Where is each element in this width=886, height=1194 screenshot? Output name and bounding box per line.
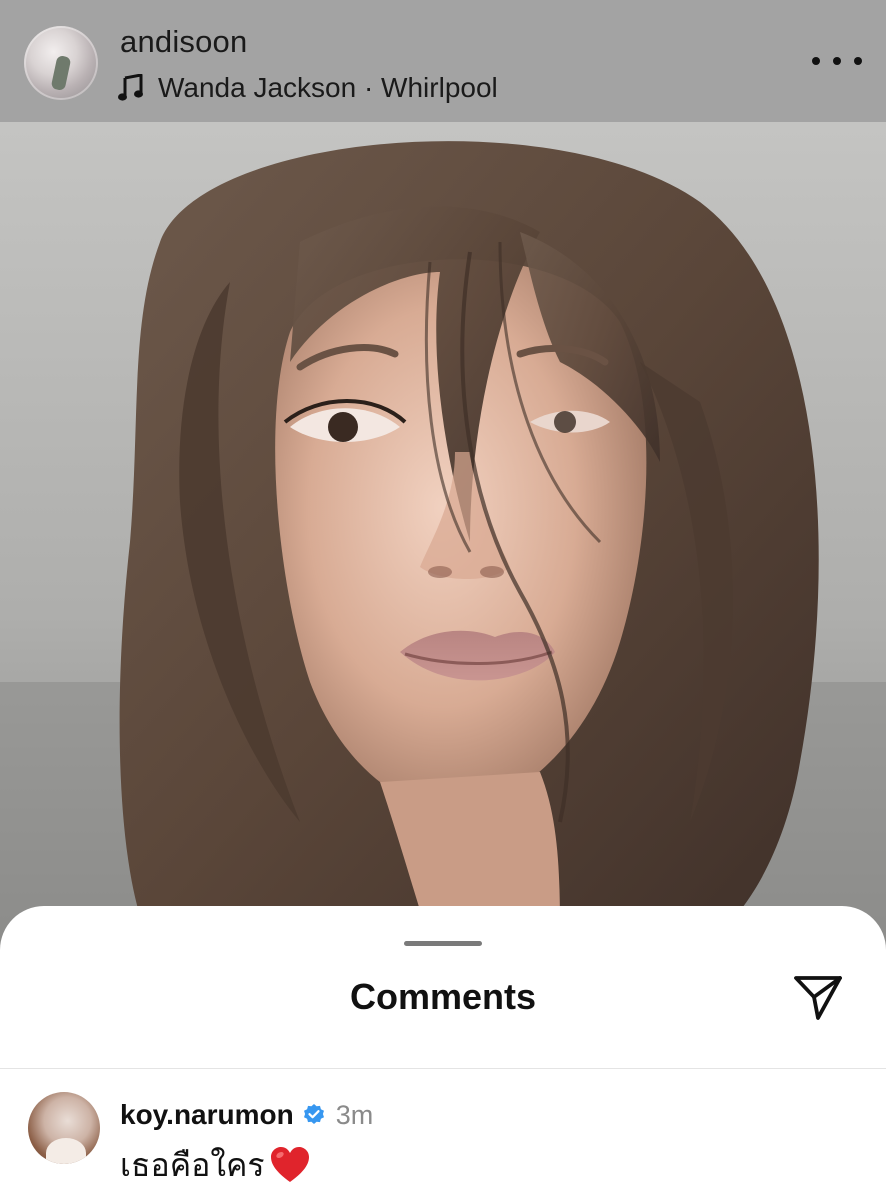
post-screen: andisoon Wanda Jackson · Whirlpool Comme… xyxy=(0,0,886,1194)
music-note-icon xyxy=(118,74,143,101)
post-username[interactable]: andisoon xyxy=(120,24,247,60)
more-options-button[interactable] xyxy=(812,46,862,76)
share-button[interactable] xyxy=(790,970,846,1024)
comment-body: เธอคือใคร xyxy=(120,1142,311,1188)
portrait-image xyxy=(0,122,886,942)
music-info[interactable]: Wanda Jackson · Whirlpool xyxy=(118,70,498,106)
more-options-icon xyxy=(833,57,841,65)
music-track-label: Wanda Jackson · Whirlpool xyxy=(158,72,498,103)
post-header: andisoon Wanda Jackson · Whirlpool xyxy=(0,0,886,122)
comment-meta: koy.narumon 3m xyxy=(120,1098,373,1132)
comment-text: เธอคือใคร xyxy=(120,1145,265,1184)
comment-timestamp: 3m xyxy=(335,1099,374,1130)
send-icon xyxy=(794,976,842,1020)
commenter-username[interactable]: koy.narumon xyxy=(120,1099,294,1131)
more-options-icon xyxy=(812,57,820,65)
comments-sheet: Comments koy.narumon 3m เธอคือใคร xyxy=(0,906,886,1194)
post-photo[interactable] xyxy=(0,122,886,942)
verified-badge-icon xyxy=(303,1104,324,1124)
profile-avatar[interactable] xyxy=(24,26,98,100)
sheet-grabber-handle[interactable] xyxy=(404,941,482,946)
red-heart-icon xyxy=(270,1147,309,1182)
sheet-divider xyxy=(0,1068,886,1069)
commenter-avatar[interactable] xyxy=(28,1092,100,1164)
comments-title: Comments xyxy=(349,976,537,1017)
more-options-icon xyxy=(854,57,862,65)
